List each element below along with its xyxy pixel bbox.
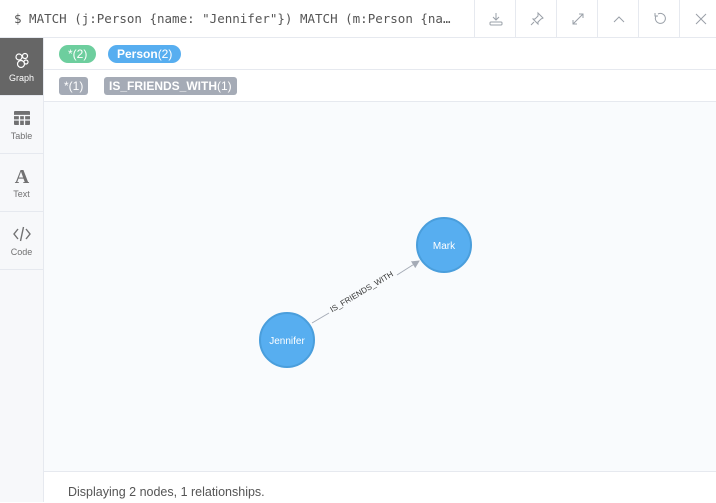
close-icon (695, 13, 706, 24)
sidebar-item-label: Text (13, 189, 30, 199)
download-button[interactable] (474, 0, 516, 37)
node-label: Mark (433, 241, 456, 252)
expand-button[interactable] (556, 0, 598, 37)
sidebar-item-graph[interactable]: Graph (0, 38, 43, 96)
label-name: Person (117, 47, 158, 61)
graph-icon (14, 52, 29, 69)
edge-label[interactable]: IS_FRIENDS_WITH (329, 269, 396, 314)
rerun-button[interactable] (638, 0, 680, 37)
rel-all-tag[interactable]: *(1) (59, 77, 89, 95)
expand-icon (572, 13, 583, 24)
text-icon: A (14, 166, 29, 186)
code-icon (12, 226, 31, 242)
label-all-pill[interactable]: *(2) (59, 45, 97, 63)
sidebar-item-label: Graph (8, 73, 34, 83)
label-count: (2) (72, 47, 88, 61)
download-icon (489, 12, 502, 25)
collapse-icon (613, 15, 624, 22)
sidebar-item-label: Code (10, 247, 33, 257)
graph-node[interactable]: Jennifer (259, 312, 315, 368)
rel-count: (1) (68, 79, 84, 93)
edge-line-end[interactable] (396, 260, 420, 276)
query-bar: $ MATCH (j:Person {name: "Jennifer"}) MA… (0, 0, 716, 38)
close-button[interactable] (679, 0, 716, 37)
sidebar-item-table[interactable]: Table (0, 96, 43, 154)
rerun-icon (654, 12, 666, 24)
node-labels-bar: *(2) Person(2) (44, 38, 716, 70)
label-count: (2) (157, 47, 173, 61)
graph-canvas[interactable]: IS_FRIENDS_WITH Jennifer Mark (44, 102, 716, 471)
pin-icon (530, 11, 544, 25)
sidebar-item-code[interactable]: Code (0, 212, 43, 270)
node-label: Jennifer (269, 336, 305, 347)
label-person-pill[interactable]: Person(2) (108, 45, 182, 63)
pin-button[interactable] (515, 0, 557, 37)
sidebar-item-text[interactable]: A Text (0, 154, 43, 212)
collapse-button[interactable] (597, 0, 639, 37)
status-bar: Displaying 2 nodes, 1 relationships. (44, 471, 716, 503)
view-sidebar: Graph Table A Text Code (0, 38, 44, 502)
query-text[interactable]: $ MATCH (j:Person {name: "Jennifer"}) MA… (14, 11, 474, 26)
rel-name: IS_FRIENDS_WITH (109, 79, 218, 93)
svg-text:A: A (14, 166, 29, 186)
status-text: Displaying 2 nodes, 1 relationships. (68, 485, 265, 499)
edge-line-start[interactable] (311, 312, 330, 324)
rel-friends-tag[interactable]: IS_FRIENDS_WITH(1) (104, 77, 237, 95)
rel-count: (1) (217, 79, 232, 93)
graph-svg[interactable]: IS_FRIENDS_WITH Jennifer Mark (44, 102, 716, 471)
graph-node[interactable]: Mark (416, 217, 472, 273)
relationship-types-bar: *(1) IS_FRIENDS_WITH(1) (44, 70, 716, 102)
table-icon (13, 111, 30, 125)
sidebar-item-label: Table (10, 131, 33, 141)
